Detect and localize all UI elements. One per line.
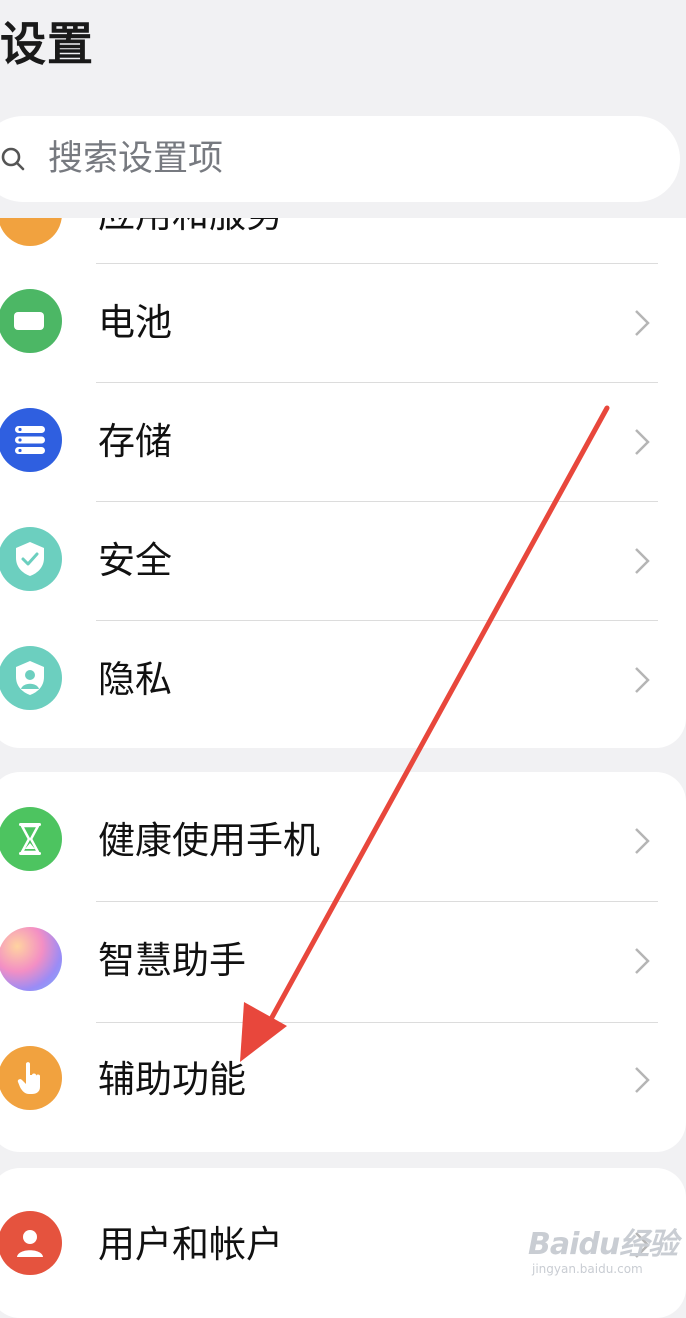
search-bar[interactable]: 搜索设置项 [0,116,680,202]
item-label: 隐私 [98,658,172,701]
item-label: 健康使用手机 [98,819,320,862]
privacy-shield-icon [0,646,62,710]
user-icon [0,1211,62,1275]
hand-pointer-icon [0,1046,62,1110]
settings-group-1: 应用和服务 电池 存储 安 [0,218,686,748]
partial-item-label: 应用和服务 [98,218,283,238]
chevron-right-icon [635,667,650,693]
page-title: 设置 [0,17,94,71]
shield-check-icon [0,527,62,591]
chevron-right-icon [635,429,650,455]
chevron-right-icon [635,828,650,854]
apps-services-icon [0,218,62,246]
storage-icon [0,408,62,472]
chevron-right-icon [635,948,650,974]
item-label: 安全 [98,539,172,582]
settings-item-accessibility[interactable]: 辅助功能 [0,1021,686,1139]
assistant-orb-icon [0,927,62,991]
item-label: 用户和帐户 [98,1223,283,1266]
hourglass-icon [0,807,62,871]
settings-item-digital-balance[interactable]: 健康使用手机 [0,782,686,900]
item-label: 存储 [98,420,172,463]
settings-item-smart-assistant[interactable]: 智慧助手 [0,902,686,1020]
watermark: Baidu经验 jingyan.baidu.com [528,1227,678,1277]
item-label: 智慧助手 [98,939,246,982]
chevron-right-icon [635,548,650,574]
battery-icon [0,289,62,353]
settings-group-2: 健康使用手机 智慧助手 辅助功能 [0,772,686,1152]
chevron-right-icon [635,310,650,336]
search-icon [1,147,25,171]
settings-item-battery[interactable]: 电池 [0,264,686,382]
watermark-brand: Baidu经验 [528,1227,678,1262]
settings-item-privacy[interactable]: 隐私 [0,621,686,739]
chevron-right-icon [635,1067,650,1093]
settings-item-storage[interactable]: 存储 [0,383,686,501]
item-label: 电池 [98,301,172,344]
item-label: 辅助功能 [98,1058,246,1101]
settings-item-security[interactable]: 安全 [0,502,686,620]
search-placeholder: 搜索设置项 [48,139,224,179]
watermark-url: jingyan.baidu.com [532,1262,643,1276]
